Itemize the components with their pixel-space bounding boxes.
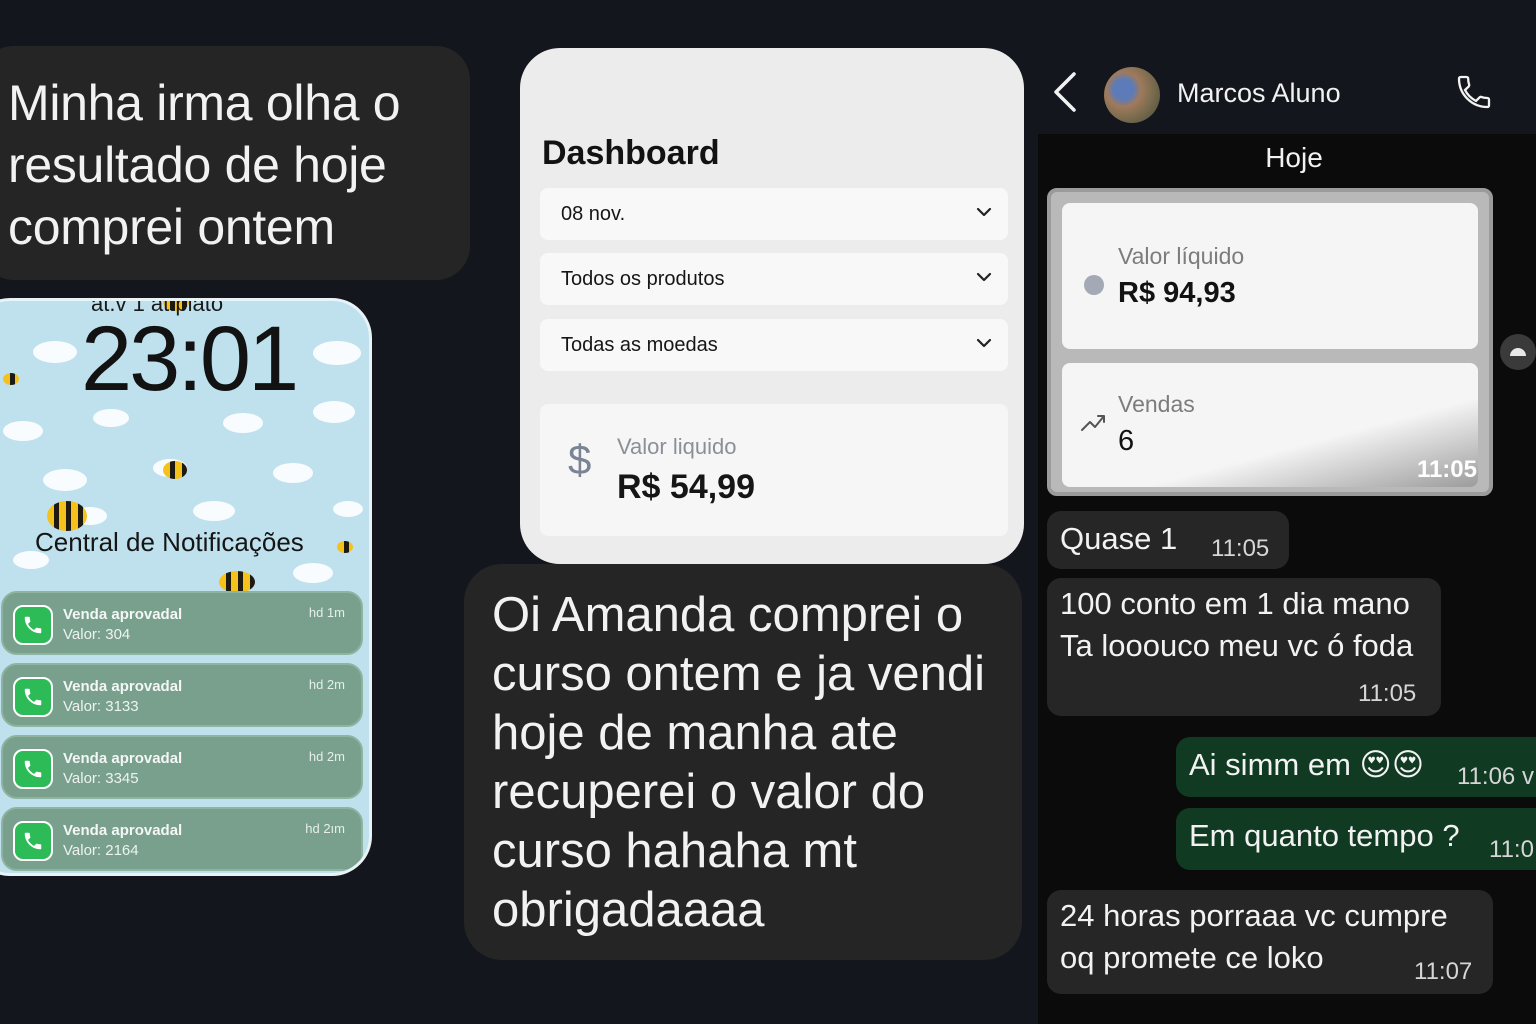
dashboard-title: Dashboard [542, 134, 720, 172]
net-value-label: Valor liquido [617, 434, 737, 459]
cloud-decoration [313, 341, 361, 365]
message-text: Ai simm em 😍😍 [1189, 747, 1425, 782]
message-text: Em quanto tempo ? [1189, 818, 1460, 853]
notification-item[interactable]: Venda aprovadal Valor: 2164 hd 2ım [1, 807, 363, 871]
dashboard-screenshot: Dashboard 08 nov. Todos os produtos Toda… [520, 48, 1024, 564]
message-time: 11:05 [1416, 456, 1477, 483]
notification-time: hd 2ım [305, 821, 345, 836]
notification-item[interactable]: Venda aprovadal Valor: 304 hd 1m [1, 591, 363, 655]
sales-value: 6 [1118, 425, 1135, 457]
cloud-decoration [333, 501, 363, 517]
cloud-decoration [193, 501, 235, 521]
bubble-line: curso hahaha mt [492, 824, 857, 878]
chat-message-outgoing[interactable]: Ai simm em 😍😍 11:06 v [1176, 737, 1536, 797]
contact-name[interactable]: Marcos Aluno [1177, 78, 1341, 109]
bubble-line: recuperei o valor do [492, 765, 926, 819]
message-time: 11:06 v [1457, 763, 1534, 790]
back-arrow-icon[interactable] [1052, 70, 1078, 119]
chevron-down-icon [974, 267, 994, 292]
phone-icon [13, 605, 53, 645]
bubble-line: comprei ontem [8, 199, 335, 255]
cloud-decoration [273, 463, 313, 483]
bubble-line: resultado de hoje [8, 137, 387, 193]
notification-center-title: Central de Notificações [35, 527, 304, 557]
bee-decoration [3, 373, 19, 385]
chevron-down-icon [974, 202, 994, 227]
coin-icon [1084, 275, 1104, 295]
avatar[interactable] [1104, 67, 1160, 123]
message-time: 11:07 [1414, 958, 1473, 985]
notification-time: hd 1m [308, 605, 345, 620]
notification-time: hd 2m [308, 749, 345, 764]
sales-card: Vendas 6 [1062, 363, 1478, 487]
call-icon[interactable] [1454, 72, 1494, 117]
scroll-down-button[interactable] [1500, 334, 1536, 370]
notification-value: Valor: 3345 [63, 770, 139, 787]
message-text: oq promete ce loko [1060, 940, 1324, 975]
net-value-label: Valor líquido [1118, 243, 1245, 269]
products-filter-value: Todos os produtos [561, 268, 725, 290]
message-text: Quase 1 [1060, 521, 1178, 556]
net-value-amount: R$ 94,93 [1118, 277, 1236, 309]
notification-title: Venda aprovadal [63, 678, 183, 695]
chat-header: Marcos Aluno [1038, 0, 1536, 134]
notification-title: Venda aprovadal [63, 750, 183, 767]
cloud-decoration [43, 469, 87, 491]
message-time: 11:0 [1489, 836, 1534, 863]
notification-value: Valor: 304 [63, 626, 131, 643]
net-value-amount: R$ 54,99 [617, 468, 755, 506]
phone-icon [13, 677, 53, 717]
date-filter-value: 08 nov. [561, 203, 626, 225]
cloud-decoration [223, 413, 263, 433]
chat-message-outgoing[interactable]: Em quanto tempo ? 11:0 [1176, 808, 1536, 870]
phone-icon [13, 749, 53, 789]
message-text: 24 horas porraaa vc cumpre [1060, 898, 1448, 933]
notification-value: Valor: 3133 [63, 698, 139, 715]
cloud-decoration [33, 341, 77, 363]
sales-label: Vendas [1118, 391, 1195, 417]
chat-message-incoming[interactable]: 24 horas porraaa vc cumpre oq promete ce… [1047, 890, 1493, 994]
net-value-card: Valor líquido R$ 94,93 [1062, 203, 1478, 349]
bubble-line: hoje de manha ate [492, 706, 898, 760]
message-time: 11:05 [1358, 680, 1417, 707]
bee-decoration [337, 541, 353, 553]
message-text: 100 conto em 1 dia mano [1060, 586, 1410, 621]
notification-title: Venda aprovadal [63, 606, 183, 623]
chevron-down-icon [974, 333, 994, 358]
image-message[interactable]: Valor líquido R$ 94,93 Vendas 6 11:05 [1047, 188, 1493, 496]
notification-title: Venda aprovadal [63, 822, 183, 839]
chat-message-incoming[interactable]: Quase 1 11:05 [1047, 511, 1289, 569]
notification-value: Valor: 2164 [63, 842, 139, 859]
cloud-decoration [293, 563, 333, 583]
bee-decoration [219, 571, 255, 593]
cloud-decoration [3, 421, 43, 441]
bubble-line: Minha irma olha o [8, 75, 401, 131]
currencies-filter-select[interactable]: Todas as moedas [540, 319, 1008, 371]
phone-icon [13, 821, 53, 861]
message-time: 11:05 [1211, 535, 1270, 562]
message-bubble-left: Minha irma olha o resultado de hoje comp… [0, 46, 470, 280]
day-separator: Hoje [1265, 142, 1323, 173]
date-filter-select[interactable]: 08 nov. [540, 188, 1008, 240]
cloud-decoration [313, 401, 355, 423]
message-text: Ta looouco meu vc ó foda [1060, 628, 1414, 663]
currencies-filter-value: Todas as moedas [561, 334, 718, 356]
dollar-icon: $ [568, 436, 592, 483]
bubble-line: Oi Amanda comprei o [492, 588, 964, 642]
products-filter-select[interactable]: Todos os produtos [540, 253, 1008, 305]
lock-screen-screenshot: at.v 1 at.plato 23:01 Central de Notific… [0, 298, 372, 876]
lock-screen-clock: 23:01 [81, 308, 299, 410]
message-bubble-middle: Oi Amanda comprei o curso ontem e ja ven… [464, 564, 1022, 960]
chat-message-incoming[interactable]: 100 conto em 1 dia mano Ta looouco meu v… [1047, 578, 1441, 716]
net-value-card: $ Valor liquido R$ 54,99 [540, 404, 1008, 536]
notification-time: hd 2m [308, 677, 345, 692]
bee-decoration [163, 461, 187, 479]
chat-screenshot: Marcos Aluno Hoje Valor líquido R$ 94,93… [1038, 0, 1536, 1024]
notification-item[interactable]: Venda aprovadal Valor: 3345 hd 2m [1, 735, 363, 799]
notification-item[interactable]: Venda aprovadal Valor: 3133 hd 2m [1, 663, 363, 727]
trending-up-icon [1080, 411, 1106, 438]
bubble-line: obrigadaaaa [492, 883, 765, 937]
bubble-line: curso ontem e ja vendi [492, 647, 985, 701]
